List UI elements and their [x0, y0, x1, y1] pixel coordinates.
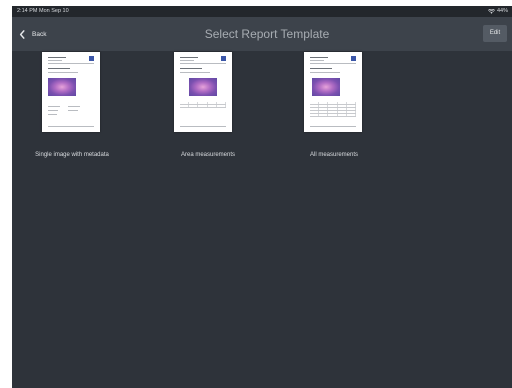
report-logo-icon — [89, 56, 94, 61]
template-label: Single image with metadata — [35, 152, 109, 158]
template-thumbnail[interactable] — [304, 52, 362, 132]
template-single-image[interactable]: Single image with metadata — [12, 52, 132, 162]
navigation-bar: Back Select Report Template Edit — [12, 17, 512, 51]
tissue-image-preview — [48, 78, 76, 96]
status-time-date: 2:14 PM Mon Sep 10 — [17, 6, 69, 17]
template-thumbnail[interactable] — [174, 52, 232, 132]
wifi-icon — [487, 9, 495, 14]
status-bar: 2:14 PM Mon Sep 10 44% — [12, 6, 512, 17]
report-logo-icon — [351, 56, 356, 61]
measurement-table-preview — [310, 102, 357, 117]
battery-level: 44% — [496, 8, 508, 14]
template-thumbnail[interactable] — [42, 52, 100, 132]
back-button[interactable]: Back — [19, 26, 46, 42]
ipad-screen: 2:14 PM Mon Sep 10 44% Back Select Repor… — [12, 6, 512, 388]
chevron-left-icon — [19, 29, 25, 39]
status-time: 2:14 PM — [17, 8, 38, 14]
status-date: Mon Sep 10 — [39, 8, 69, 14]
status-indicators: 44% — [487, 6, 508, 17]
page-title: Select Report Template — [204, 27, 330, 41]
edit-button[interactable]: Edit — [483, 25, 507, 42]
report-logo-icon — [221, 56, 226, 61]
tissue-image-preview — [189, 78, 217, 96]
tissue-image-preview — [312, 78, 340, 96]
back-button-label: Back — [32, 30, 47, 38]
template-label: All measurements — [309, 152, 359, 158]
template-label: Area measurements — [180, 152, 236, 158]
template-all-measurements[interactable]: All measurements — [274, 52, 394, 162]
template-area-measurements[interactable]: Area measurements — [136, 52, 256, 162]
measurement-table-preview — [180, 102, 227, 108]
